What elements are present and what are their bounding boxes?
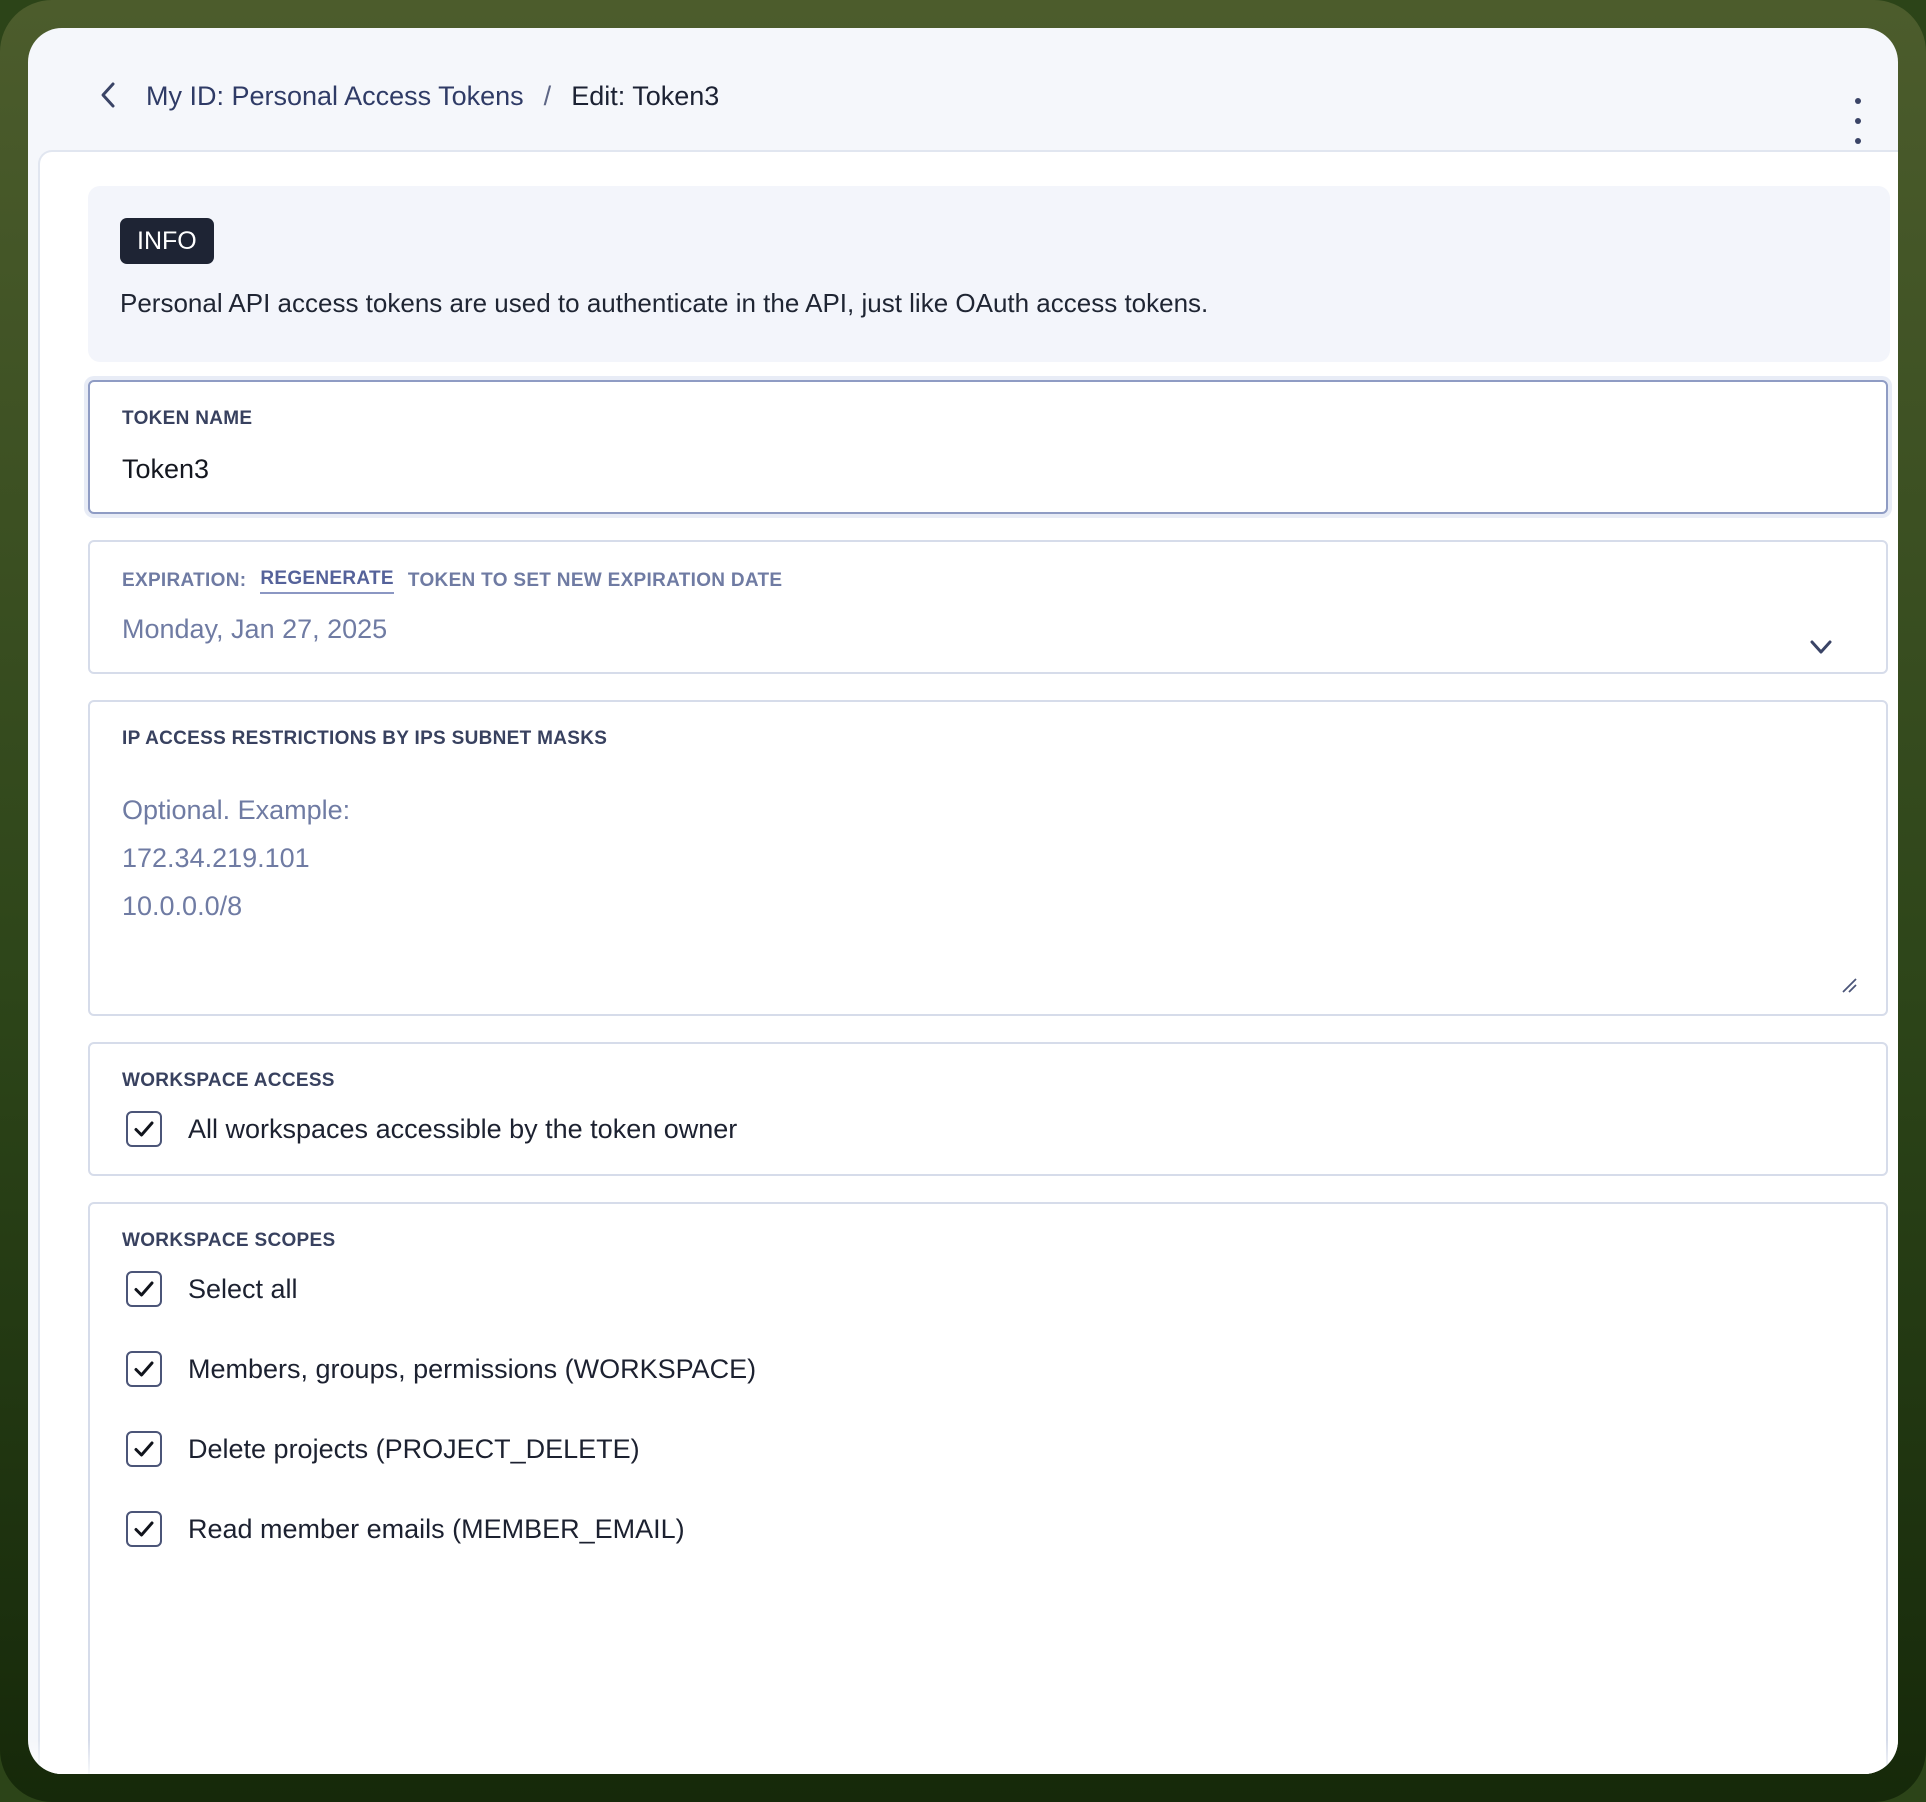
- more-vertical-icon: [1855, 98, 1861, 104]
- expiration-label: EXPIRATION: REGENERATE TOKEN TO SET NEW …: [122, 568, 782, 594]
- top-bar: My ID: Personal Access Tokens / Edit: To…: [28, 28, 1898, 148]
- breadcrumb-parent-link[interactable]: My ID: Personal Access Tokens: [146, 81, 524, 112]
- more-vertical-icon-dot: [1855, 118, 1861, 124]
- ip-placeholder-line: 172.34.219.101: [122, 843, 310, 873]
- resize-handle-icon[interactable]: [1840, 976, 1858, 994]
- expiration-label-suffix: TOKEN TO SET NEW EXPIRATION DATE: [407, 570, 783, 591]
- checkbox-label: Select all: [188, 1273, 298, 1304]
- token-name-field[interactable]: TOKEN NAME Token3: [88, 380, 1888, 514]
- ip-restrictions-field[interactable]: IP ACCESS RESTRICTIONS BY IPS SUBNET MAS…: [88, 700, 1888, 1016]
- checkbox[interactable]: [126, 1271, 162, 1307]
- info-badge: INFO: [120, 218, 214, 264]
- checkbox[interactable]: [126, 1351, 162, 1387]
- breadcrumb: My ID: Personal Access Tokens / Edit: To…: [146, 76, 719, 116]
- scope-member-email-row[interactable]: Read member emails (MEMBER_EMAIL): [126, 1508, 685, 1550]
- checkbox-label: Delete projects (PROJECT_DELETE): [188, 1433, 640, 1464]
- more-menu-button[interactable]: [1846, 98, 1870, 144]
- checkbox[interactable]: [126, 1511, 162, 1547]
- token-name-label: TOKEN NAME: [122, 408, 253, 429]
- workspace-scopes-label: WORKSPACE SCOPES: [122, 1230, 336, 1251]
- device-frame: My ID: Personal Access Tokens / Edit: To…: [0, 0, 1926, 1802]
- workspace-access-checkbox-row[interactable]: All workspaces accessible by the token o…: [126, 1108, 737, 1150]
- ip-restrictions-textarea[interactable]: Optional. Example: 172.34.219.101 10.0.0…: [122, 786, 350, 930]
- page-title: Edit: Token3: [571, 80, 720, 111]
- checkmark-icon: [134, 1121, 154, 1137]
- info-text: Personal API access tokens are used to a…: [120, 288, 1209, 318]
- checkmark-icon: [134, 1441, 154, 1457]
- checkmark-icon: [134, 1521, 154, 1537]
- form-content: INFO Personal API access tokens are used…: [38, 150, 1898, 1774]
- workspace-access-field: WORKSPACE ACCESS All workspaces accessib…: [88, 1042, 1888, 1176]
- checkbox[interactable]: [126, 1111, 162, 1147]
- ip-placeholder-line: 10.0.0.0/8: [122, 891, 243, 921]
- checkbox[interactable]: [126, 1431, 162, 1467]
- expiration-select-value[interactable]: Monday, Jan 27, 2025: [122, 614, 387, 645]
- ip-placeholder-line: Optional. Example:: [122, 795, 351, 825]
- workspace-access-label: WORKSPACE ACCESS: [122, 1070, 335, 1091]
- breadcrumb-separator: /: [543, 80, 552, 111]
- checkmark-icon: [134, 1361, 154, 1377]
- scope-select-all-row[interactable]: Select all: [126, 1268, 298, 1310]
- checkbox-label: Members, groups, permissions (WORKSPACE): [188, 1353, 757, 1384]
- app-window: My ID: Personal Access Tokens / Edit: To…: [28, 28, 1898, 1774]
- scope-project-delete-row[interactable]: Delete projects (PROJECT_DELETE): [126, 1428, 640, 1470]
- ip-restrictions-label: IP ACCESS RESTRICTIONS BY IPS SUBNET MAS…: [122, 728, 608, 749]
- chevron-left-icon: [101, 82, 115, 108]
- expiration-field[interactable]: EXPIRATION: REGENERATE TOKEN TO SET NEW …: [88, 540, 1888, 674]
- back-button[interactable]: [86, 72, 132, 118]
- more-vertical-icon-dot: [1855, 138, 1861, 144]
- checkmark-icon: [134, 1281, 154, 1297]
- workspace-scopes-field: WORKSPACE SCOPES Select all Members, gro…: [88, 1202, 1888, 1774]
- scope-workspace-row[interactable]: Members, groups, permissions (WORKSPACE): [126, 1348, 756, 1390]
- chevron-down-icon[interactable]: [1806, 632, 1836, 662]
- info-panel: INFO Personal API access tokens are used…: [88, 186, 1890, 362]
- regenerate-link[interactable]: REGENERATE: [260, 568, 394, 594]
- expiration-label-prefix: EXPIRATION:: [122, 570, 247, 591]
- checkbox-label: All workspaces accessible by the token o…: [188, 1113, 738, 1144]
- checkbox-label: Read member emails (MEMBER_EMAIL): [188, 1513, 685, 1544]
- token-name-input[interactable]: Token3: [122, 454, 209, 485]
